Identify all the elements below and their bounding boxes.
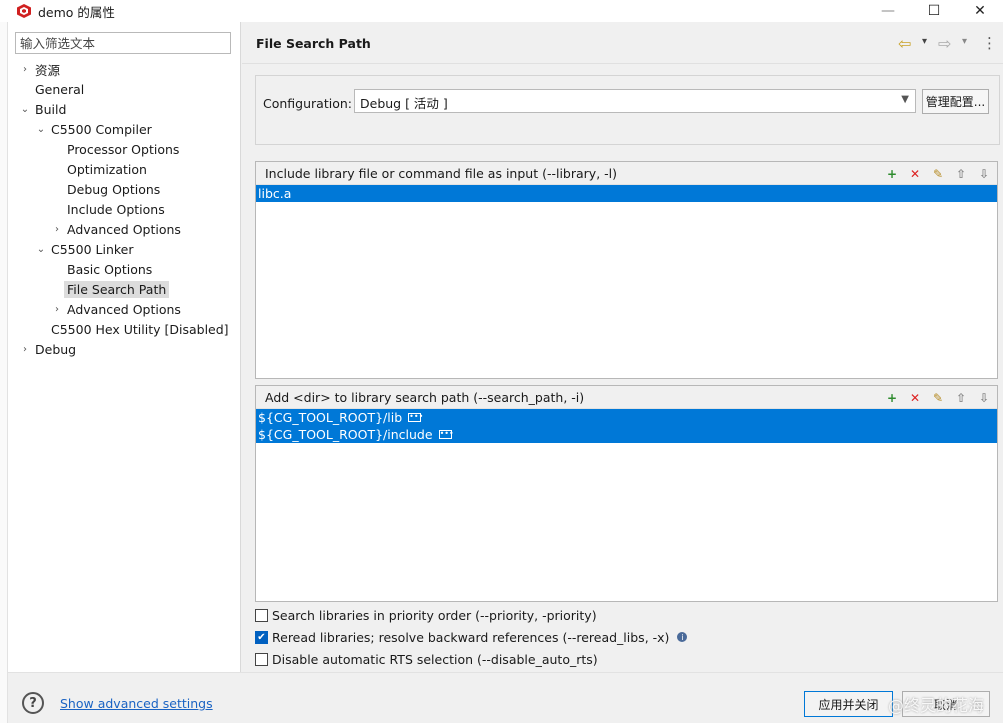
maximize-button[interactable]: ☐: [911, 0, 957, 22]
tree-item-c5500-compiler[interactable]: ⌄ C5500 Compiler: [34, 120, 155, 139]
window-title: demo 的属性: [38, 4, 115, 20]
tree-item-processor-options[interactable]: Processor Options: [50, 140, 182, 159]
tree-item-label: C5500 Hex Utility [Disabled]: [51, 322, 229, 337]
configuration-select[interactable]: Debug [ 活动 ] ▼: [354, 89, 916, 113]
left-panel: › 资源 General ⌄ Build ⌄ C5500 Compiler Pr…: [8, 22, 241, 672]
configuration-label: Configuration:: [263, 96, 352, 111]
tree-item-label: C5500 Linker: [51, 242, 134, 257]
tree-item-linker-advanced-options[interactable]: › Advanced Options: [50, 300, 184, 319]
reread-label: Reread libraries; resolve backward refer…: [272, 629, 670, 645]
chevron-right-icon[interactable]: ›: [18, 340, 32, 359]
minimize-button[interactable]: —: [865, 0, 911, 22]
tree-item-label: Advanced Options: [67, 302, 181, 317]
tree-item-debug[interactable]: › Debug: [18, 340, 79, 359]
chevron-right-icon[interactable]: ›: [50, 300, 64, 319]
chevron-down-icon: ▼: [901, 94, 909, 105]
tree-item-compiler-advanced-options[interactable]: › Advanced Options: [50, 220, 184, 239]
filter-input[interactable]: [15, 32, 231, 54]
tree-item-label: 资源: [35, 63, 61, 78]
library-list-group: Include library file or command file as …: [255, 161, 998, 379]
chevron-right-icon[interactable]: ›: [50, 220, 64, 239]
tree-item-c5500-linker[interactable]: ⌄ C5500 Linker: [34, 240, 137, 259]
back-arrow-icon[interactable]: ⇦: [898, 34, 911, 53]
move-down-icon[interactable]: ⇩: [975, 165, 993, 182]
list-item-label: ${CG_TOOL_ROOT}/lib: [258, 410, 403, 425]
forward-menu-icon[interactable]: ▾: [962, 36, 967, 47]
list-item[interactable]: ${CG_TOOL_ROOT}/lib •••: [256, 409, 997, 426]
priority-checkbox[interactable]: [255, 608, 268, 622]
tree-item-label: General: [35, 82, 85, 97]
search-path-group-title: Add <dir> to library search path (--sear…: [265, 390, 585, 405]
priority-label: Search libraries in priority order (--pr…: [272, 607, 597, 623]
back-menu-icon[interactable]: ▾: [922, 36, 927, 47]
library-group-title: Include library file or command file as …: [265, 166, 618, 181]
page-title: File Search Path: [256, 36, 371, 51]
edit-icon[interactable]: ✎: [929, 389, 947, 406]
move-down-icon[interactable]: ⇩: [975, 389, 993, 406]
tree-item-label: Basic Options: [67, 262, 153, 277]
tree-item-label: Build: [35, 102, 67, 117]
page-header: File Search Path ⇦ ▾ ⇨ ▾ ⋮: [242, 22, 1003, 64]
tree-item-build[interactable]: ⌄ Build: [18, 100, 69, 119]
chevron-down-icon[interactable]: ⌄: [34, 120, 48, 139]
app-icon: [17, 4, 31, 18]
move-up-icon[interactable]: ⇧: [952, 389, 970, 406]
list-item-label: libc.a: [258, 186, 292, 201]
tree-item-resources[interactable]: › 资源: [18, 60, 63, 79]
tree-item-include-options[interactable]: Include Options: [50, 200, 168, 219]
help-icon[interactable]: ?: [22, 692, 44, 714]
tree-item-label: Optimization: [67, 162, 147, 177]
title-bar: demo 的属性 — ☐ ✕: [0, 0, 1003, 22]
ellipsis-icon[interactable]: •••: [408, 413, 423, 422]
background-window-edge: [0, 22, 8, 723]
apply-and-close-button[interactable]: 应用并关闭: [804, 691, 893, 717]
disable-rts-label: Disable automatic RTS selection (--disab…: [272, 651, 598, 667]
list-item[interactable]: libc.a: [256, 185, 997, 202]
add-icon[interactable]: +: [883, 389, 901, 406]
disable-rts-checkbox-row[interactable]: Disable automatic RTS selection (--disab…: [255, 650, 598, 668]
show-advanced-settings-link[interactable]: Show advanced settings: [60, 696, 213, 711]
list-item[interactable]: ${CG_TOOL_ROOT}/include •••: [256, 426, 997, 443]
bottom-bar: ? Show advanced settings 应用并关闭 取消 @终灵的花海: [8, 672, 1003, 723]
tree-item-basic-options[interactable]: Basic Options: [50, 260, 155, 279]
priority-checkbox-row[interactable]: Search libraries in priority order (--pr…: [255, 606, 597, 624]
tree-item-label: Processor Options: [67, 142, 180, 157]
chevron-down-icon[interactable]: ⌄: [34, 240, 48, 259]
edit-icon[interactable]: ✎: [929, 165, 947, 182]
tree-item-label: File Search Path: [64, 281, 170, 298]
configuration-box: Configuration: Debug [ 活动 ] ▼ 管理配置...: [255, 75, 1000, 145]
tree-item-label: Include Options: [67, 202, 165, 217]
tree-item-label: Debug: [35, 342, 77, 357]
list-item-label: ${CG_TOOL_ROOT}/include: [258, 427, 433, 442]
tree-item-debug-options[interactable]: Debug Options: [50, 180, 163, 199]
group-header: Add <dir> to library search path (--sear…: [256, 386, 997, 409]
add-icon[interactable]: +: [883, 165, 901, 182]
reread-checkbox-row[interactable]: ✔ Reread libraries; resolve backward ref…: [255, 628, 688, 646]
tree-item-optimization[interactable]: Optimization: [50, 160, 150, 179]
tree-item-hex-utility[interactable]: C5500 Hex Utility [Disabled]: [34, 320, 232, 339]
property-page: File Search Path ⇦ ▾ ⇨ ▾ ⋮ Configuration…: [242, 22, 1003, 672]
chevron-right-icon[interactable]: ›: [18, 60, 32, 79]
more-options-icon[interactable]: ⋮: [982, 34, 997, 52]
tree-item-label: Debug Options: [67, 182, 161, 197]
chevron-down-icon[interactable]: ⌄: [18, 100, 32, 119]
close-button[interactable]: ✕: [957, 0, 1003, 22]
tree-item-file-search-path[interactable]: File Search Path: [50, 280, 170, 299]
move-up-icon[interactable]: ⇧: [952, 165, 970, 182]
delete-icon[interactable]: ✕: [906, 165, 924, 182]
search-path-list-group: Add <dir> to library search path (--sear…: [255, 385, 998, 602]
watermark: @终灵的花海: [888, 696, 985, 715]
info-icon[interactable]: i: [677, 632, 688, 642]
manage-configurations-button[interactable]: 管理配置...: [922, 89, 989, 114]
tree-item-label: Advanced Options: [67, 222, 181, 237]
forward-arrow-icon[interactable]: ⇨: [938, 34, 951, 53]
tree-item-label: C5500 Compiler: [51, 122, 152, 137]
disable-rts-checkbox[interactable]: [255, 652, 268, 666]
group-header: Include library file or command file as …: [256, 162, 997, 185]
reread-checkbox[interactable]: ✔: [255, 630, 268, 644]
configuration-value: Debug [ 活动 ]: [360, 96, 448, 111]
tree-item-general[interactable]: General: [18, 80, 87, 99]
delete-icon[interactable]: ✕: [906, 389, 924, 406]
ellipsis-icon[interactable]: •••: [438, 430, 454, 439]
